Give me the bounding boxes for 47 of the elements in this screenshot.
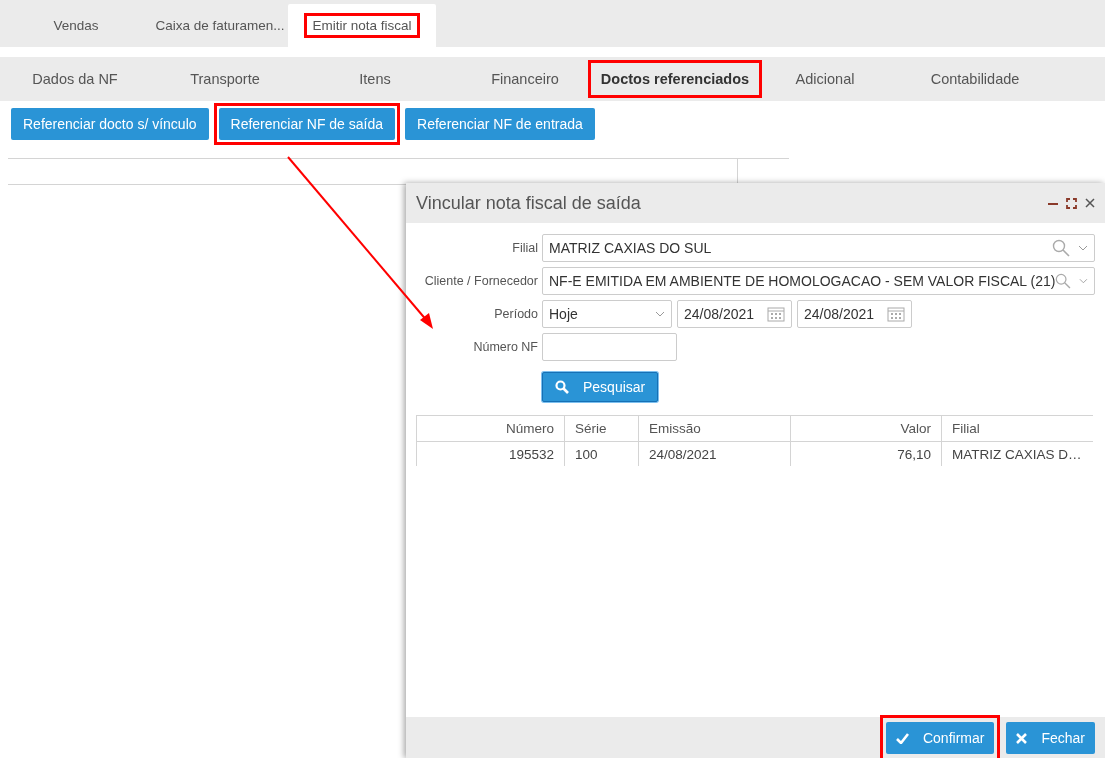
column-header[interactable]: Filial [941, 415, 1093, 442]
column-header[interactable]: Valor [790, 415, 942, 442]
tab[interactable]: Doctos referenciados [587, 60, 763, 98]
number-input[interactable] [542, 333, 677, 361]
tab[interactable]: Emitir nota fiscal [288, 4, 436, 47]
tab[interactable]: Dados da NF [19, 60, 131, 98]
close-icon [1016, 732, 1028, 744]
tab[interactable]: Contabilidade [917, 60, 1033, 98]
search-icon[interactable] [1055, 272, 1072, 290]
caret-icon[interactable] [1079, 278, 1088, 284]
caret-icon[interactable] [1078, 245, 1088, 251]
highlight-frame: Emitir nota fiscal [304, 13, 420, 38]
close-icon[interactable] [1085, 198, 1095, 208]
close-button[interactable]: Fechar [1006, 722, 1095, 754]
search-button[interactable]: Pesquisar [542, 372, 659, 402]
caret-icon[interactable] [655, 311, 665, 317]
date-field[interactable]: 24/08/2021 [797, 300, 912, 328]
maximize-icon[interactable] [1066, 197, 1077, 209]
column-header[interactable]: Número [416, 415, 565, 442]
reference-button[interactable]: Referenciar NF de saída [218, 108, 396, 140]
calendar-icon[interactable] [887, 306, 905, 322]
lookup-field[interactable]: NF-E EMITIDA EM AMBIENTE DE HOMOLOGACAO - SEM VALOR FISCAL (21) [542, 267, 1095, 295]
reference-button[interactable]: Referenciar docto s/ vínculo [11, 108, 209, 140]
field-label: Número NF [472, 340, 539, 354]
period-dropdown[interactable]: Hoje [542, 300, 672, 328]
field-label: Período [493, 307, 539, 321]
check-icon [895, 732, 909, 744]
search-icon[interactable] [1052, 239, 1070, 257]
calendar-icon[interactable] [767, 306, 785, 322]
lookup-field[interactable]: MATRIZ CAXIAS DO SUL [542, 234, 1095, 262]
column-header[interactable]: Emissão [638, 415, 791, 442]
tab[interactable]: Caixa de faturamen... [152, 4, 288, 47]
dialog-title: Vincular nota fiscal de saída [416, 192, 642, 214]
tab[interactable]: Transporte [177, 60, 273, 98]
date-field[interactable]: 24/08/2021 [677, 300, 792, 328]
search-icon [555, 380, 569, 394]
tab[interactable]: Adicional [782, 60, 868, 98]
reference-button[interactable]: Referenciar NF de entrada [405, 108, 595, 140]
table-cell: 195532 [416, 441, 565, 466]
column-header[interactable]: Série [564, 415, 639, 442]
tab[interactable]: Financeiro [478, 60, 572, 98]
tab[interactable]: Itens [346, 60, 404, 98]
tab[interactable]: Vendas [0, 4, 152, 47]
field-label: Filial [511, 241, 539, 255]
field-label: Cliente / Fornecedor [423, 274, 539, 288]
table-cell: MATRIZ CAXIAS D… [941, 441, 1093, 466]
confirm-button[interactable]: Confirmar [885, 722, 995, 754]
